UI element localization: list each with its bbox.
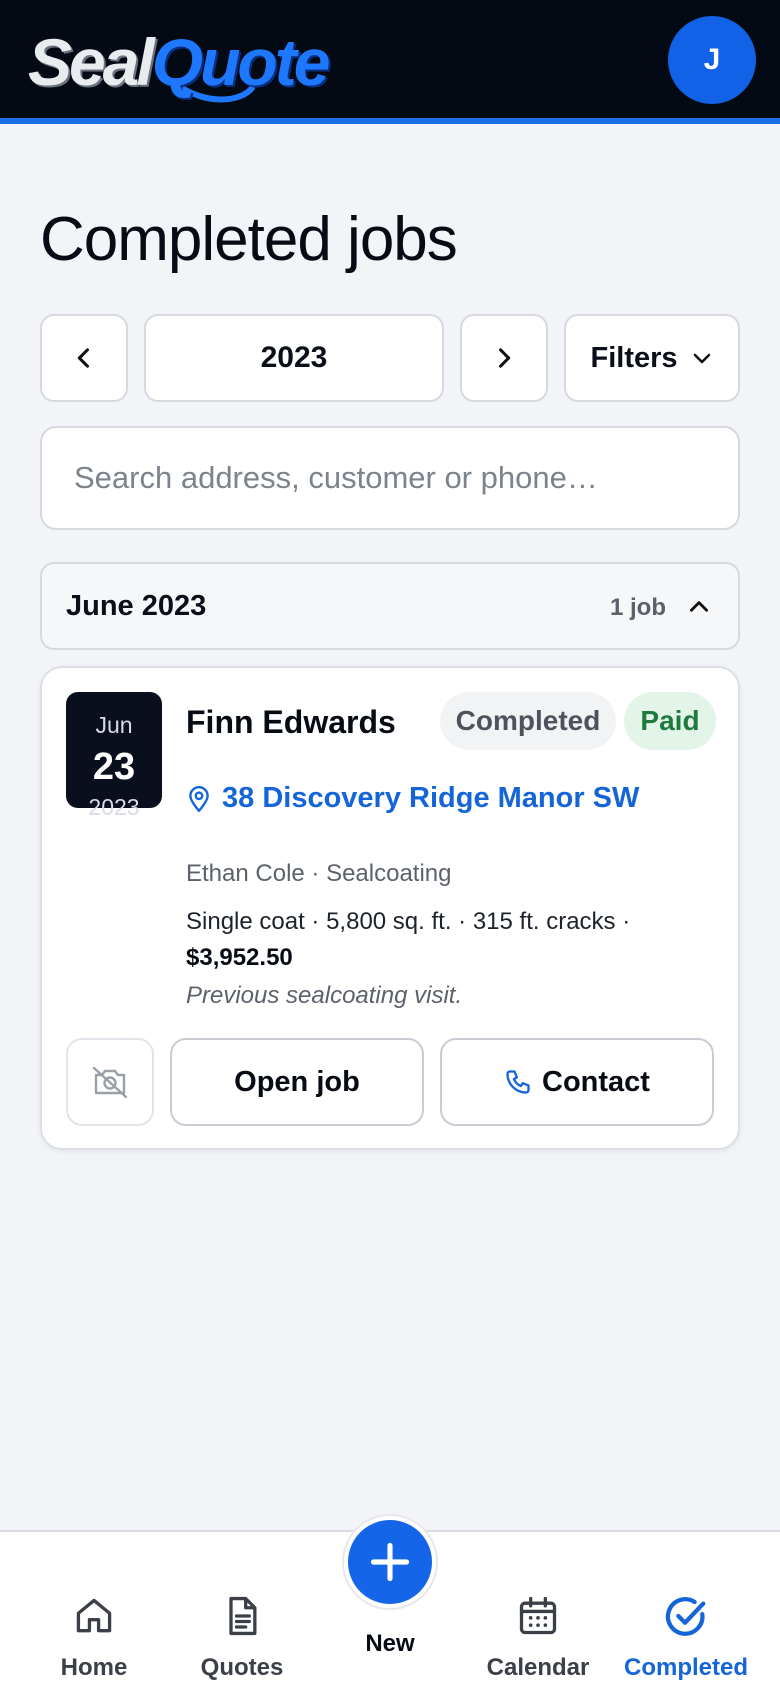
job-note: Previous sealcoating visit. [186,982,463,1009]
previous-year-button[interactable] [40,314,128,402]
year-selector[interactable]: 2023 [144,314,444,402]
chevron-right-icon [498,348,511,368]
logo-text-seal: Seal [28,25,155,99]
app-header: SealQuote J [0,0,780,124]
new-job-button[interactable] [344,1516,436,1608]
next-year-button[interactable] [460,314,548,402]
map-pin-icon [189,785,209,812]
job-details: Single coat · 5,800 sq. ft. · 315 ft. cr… [186,904,706,976]
month-group-header[interactable]: June 2023 1 job [40,562,740,650]
new-job-fab[interactable]: New [330,1508,450,1657]
logo-text-quote: Quote [151,25,331,99]
document-icon [229,1596,257,1636]
job-meta: Ethan Cole · Sealcoating [186,860,452,887]
job-details-text: Single coat · 5,800 sq. ft. · 315 ft. cr… [186,908,631,935]
payment-badge: Paid [624,692,716,750]
contact-label: Contact [542,1065,650,1098]
calendar-icon [519,1596,557,1635]
nav-quotes-label: Quotes [200,1654,284,1681]
filters-label: Filters [590,341,678,374]
plus-icon [370,1542,410,1582]
month-group-label: June 2023 [66,590,207,622]
open-job-button[interactable]: Open job [170,1038,424,1126]
job-price: $3,952.50 [186,944,293,971]
status-badge: Completed [440,692,616,750]
nav-home[interactable]: Home [24,1532,164,1688]
new-job-label: New [365,1630,415,1657]
customer-name: Finn Edwards [186,704,396,740]
job-date-day: 23 [92,746,136,788]
nav-home-label: Home [60,1654,128,1681]
user-avatar[interactable]: J [668,16,756,104]
job-address-link[interactable]: 38 Discovery Ridge Manor SW [186,782,639,815]
nav-quotes[interactable]: Quotes [172,1532,312,1688]
job-date-block: Jun 23 2023 [66,692,162,819]
phone-icon [506,1070,530,1094]
job-date-year: 2023 [88,794,140,820]
chevron-up-icon [690,601,708,612]
photos-button[interactable] [66,1038,154,1126]
chevron-left-icon [77,348,90,368]
filters-button[interactable]: Filters [564,314,740,402]
job-address-text: 38 Discovery Ridge Manor SW [222,782,640,814]
nav-completed[interactable]: Completed [616,1532,756,1688]
month-job-count: 1 job [610,594,667,621]
check-circle-icon [665,1597,706,1636]
nav-calendar-label: Calendar [486,1654,590,1681]
job-date-month: Jun [95,712,133,738]
page-title: Completed jobs [40,205,458,274]
job-card: Jun 23 2023 Finn Edwards Completed Paid … [40,666,740,1150]
sealquote-logo[interactable]: SealQuote [26,14,366,106]
nav-completed-label: Completed [623,1654,748,1681]
camera-off-icon [92,1066,128,1099]
logo-text: SealQuote [28,24,331,100]
contact-button[interactable]: Contact [440,1038,714,1126]
home-icon [76,1598,112,1633]
nav-calendar[interactable]: Calendar [468,1532,608,1688]
chevron-down-icon [693,353,710,364]
search-input[interactable] [40,426,740,530]
